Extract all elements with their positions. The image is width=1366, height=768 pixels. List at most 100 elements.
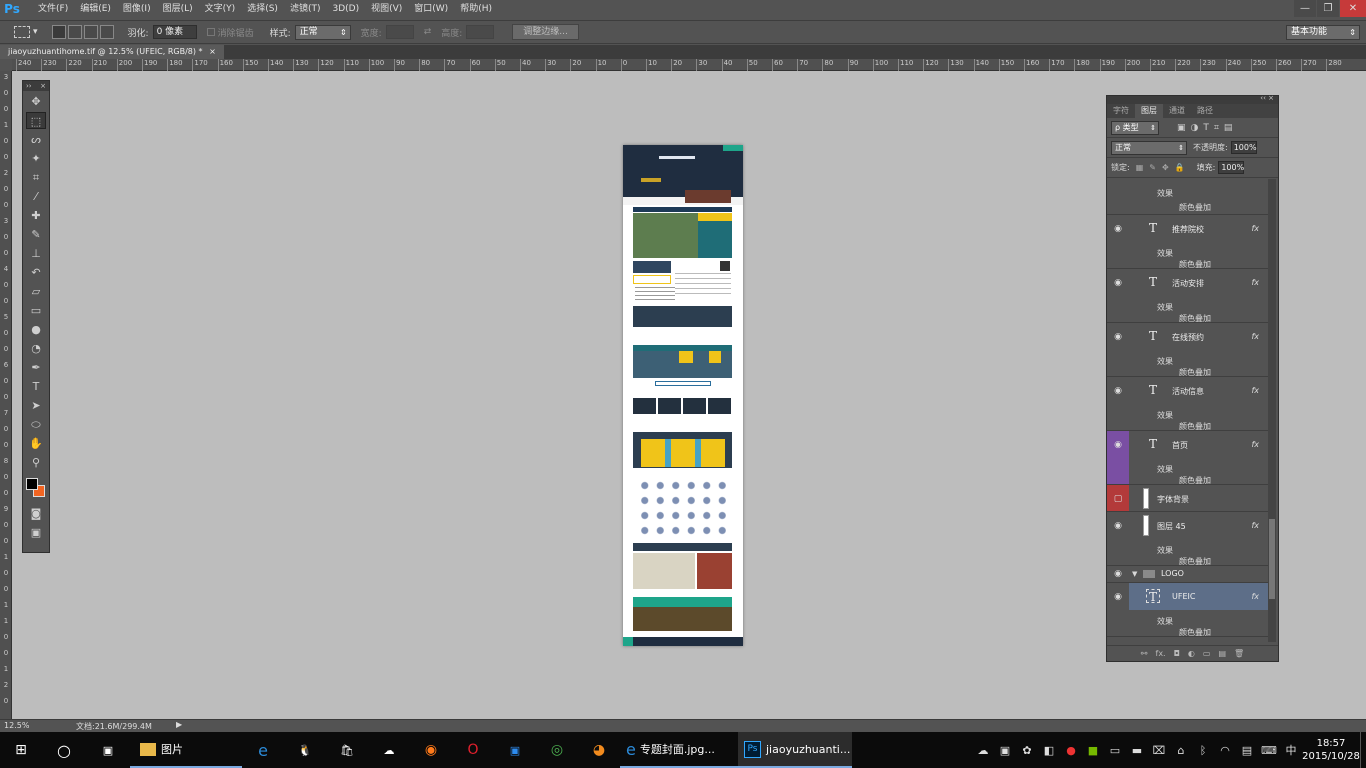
qq-icon[interactable]: 🐧 — [284, 732, 326, 768]
foreground-color-swatch[interactable] — [26, 478, 38, 490]
menu-file[interactable]: 文件(F) — [32, 0, 74, 19]
add-mask-icon[interactable]: ◘ — [1174, 649, 1180, 658]
delete-layer-icon[interactable]: 🗑 — [1234, 649, 1244, 658]
fx-icon[interactable]: fx — [1251, 592, 1259, 601]
fx-icon[interactable]: fx. — [1156, 649, 1166, 658]
feather-input[interactable]: 0 像素 — [152, 25, 197, 39]
layer-visibility-icon[interactable] — [1107, 179, 1129, 214]
tray-app-icon[interactable]: ▣ — [994, 744, 1016, 757]
adjustment-layer-icon[interactable]: ◐ — [1188, 649, 1195, 658]
close-icon[interactable]: × — [40, 81, 46, 91]
group-expand-icon[interactable]: ▼ — [1132, 570, 1137, 578]
intersect-selection-icon[interactable] — [99, 25, 114, 39]
height-input[interactable] — [466, 25, 495, 39]
menu-image[interactable]: 图像(I) — [117, 0, 157, 19]
layer-row[interactable]: ◉ T UFEIC fx 效果 颜色叠加 — [1107, 583, 1269, 637]
color-swatches[interactable] — [23, 475, 49, 503]
layer-row[interactable]: ◉ T 首页 fx 效果 颜色叠加 — [1107, 431, 1269, 485]
filter-icons[interactable]: ▣◑T⌗▤ — [1177, 123, 1237, 133]
tab-character[interactable]: 字符 — [1107, 104, 1135, 118]
notifications-icon[interactable]: ▤ — [1236, 744, 1258, 757]
clock[interactable]: 18:57 2015/10/28 — [1302, 737, 1360, 763]
fx-icon[interactable]: fx — [1251, 224, 1259, 233]
menu-select[interactable]: 选择(S) — [241, 0, 284, 19]
ellipse-tool[interactable]: ⬭ — [26, 416, 46, 433]
quick-mask-icon[interactable]: ◙ — [26, 505, 46, 522]
tray-app3-icon[interactable]: ◧ — [1038, 744, 1060, 757]
blur-tool[interactable]: ● — [26, 321, 46, 338]
opacity-input[interactable]: 100% — [1230, 141, 1257, 154]
minimize-button[interactable]: — — [1294, 0, 1316, 17]
opera-icon[interactable]: O — [452, 732, 494, 768]
task-view-icon[interactable]: ▣ — [86, 732, 130, 768]
magic-wand-tool[interactable]: ✦ — [26, 150, 46, 167]
layer-visibility-icon[interactable]: ◉ — [1107, 566, 1129, 582]
layer-filter-dropdown[interactable]: ρ 类型 — [1111, 120, 1159, 135]
tools-panel-header[interactable]: ›› × — [23, 81, 49, 91]
pen-tool[interactable]: ✒ — [26, 359, 46, 376]
close-button[interactable]: ✕ — [1340, 0, 1366, 17]
layer-visibility-icon[interactable]: ◉ — [1107, 512, 1129, 565]
style-dropdown[interactable]: 正常 — [294, 24, 351, 40]
tray-app6-icon[interactable]: ▬ — [1126, 744, 1148, 757]
nvidia-icon[interactable]: ■ — [1082, 744, 1104, 757]
tray-app2-icon[interactable]: ✿ — [1016, 744, 1038, 757]
taskbar-photos[interactable]: 图片 — [130, 732, 242, 768]
gradient-tool[interactable]: ▭ — [26, 302, 46, 319]
show-desktop-button[interactable] — [1360, 732, 1366, 768]
fx-icon[interactable]: fx — [1251, 278, 1259, 287]
swap-icon[interactable]: ⇄ — [424, 27, 432, 37]
fx-icon[interactable]: fx — [1251, 440, 1259, 449]
store-icon[interactable]: 🛍 — [326, 732, 368, 768]
healing-brush-tool[interactable]: ✚ — [26, 207, 46, 224]
firefox-icon[interactable]: ◉ — [410, 732, 452, 768]
hand-tool[interactable]: ✋ — [26, 435, 46, 452]
brush-tool[interactable]: ✎ — [26, 226, 46, 243]
taskbar-ie-window[interactable]: e 专题封面.jpg... — [620, 732, 738, 768]
layers-scrollbar[interactable] — [1268, 179, 1276, 642]
taskbar-ps-window[interactable]: Ps jiaoyuzhuanti... — [738, 732, 852, 768]
layer-row[interactable]: ◉ T 活动信息 fx 效果 颜色叠加 — [1107, 377, 1269, 431]
screen-mode-icon[interactable]: ▣ — [26, 524, 46, 541]
type-tool[interactable]: T — [26, 378, 46, 395]
fx-icon[interactable]: fx — [1251, 386, 1259, 395]
eyedropper-tool[interactable]: ⁄ — [26, 188, 46, 205]
tray-app4-icon[interactable]: ● — [1060, 744, 1082, 757]
new-layer-icon[interactable]: ▤ — [1218, 649, 1226, 658]
tab-paths[interactable]: 路径 — [1191, 104, 1219, 118]
refine-edge-button[interactable]: 调整边缘... — [512, 24, 579, 40]
zoom-level[interactable]: 12.5% — [4, 721, 29, 730]
fill-input[interactable]: 100% — [1218, 161, 1245, 174]
fx-icon[interactable]: fx — [1251, 332, 1259, 341]
ime-indicator[interactable]: 中 — [1280, 742, 1302, 758]
workspace-dropdown[interactable]: 基本功能 — [1286, 25, 1360, 40]
panel-topbar[interactable]: ‹‹ × — [1107, 94, 1278, 104]
blend-mode-dropdown[interactable]: 正常 — [1111, 140, 1187, 155]
move-tool[interactable]: ✥ — [26, 93, 46, 110]
start-button[interactable]: ⊞ — [0, 732, 42, 768]
layer-visibility-icon[interactable]: ▢ — [1107, 485, 1129, 511]
layer-visibility-icon[interactable]: ◉ — [1107, 377, 1129, 430]
width-input[interactable] — [385, 25, 414, 39]
tray-app8-icon[interactable]: ⌂ — [1170, 744, 1192, 757]
layer-visibility-icon[interactable]: ◉ — [1107, 215, 1129, 268]
menu-window[interactable]: 窗口(W) — [408, 0, 454, 19]
layer-row-partial[interactable]: 效果 颜色叠加 — [1107, 179, 1269, 215]
dodge-tool[interactable]: ◔ — [26, 340, 46, 357]
menu-3d[interactable]: 3D(D) — [326, 0, 365, 19]
menu-view[interactable]: 视图(V) — [365, 0, 408, 19]
scroll-thumb[interactable] — [1269, 519, 1275, 599]
link-layers-icon[interactable]: ⚯ — [1141, 649, 1148, 658]
layer-row[interactable]: ▢ 字体背景 — [1107, 485, 1269, 512]
edge-icon[interactable]: e — [242, 732, 284, 768]
layer-visibility-icon[interactable]: ◉ — [1107, 323, 1129, 376]
tray-app5-icon[interactable]: ▭ — [1104, 744, 1126, 757]
lasso-tool[interactable]: ᔕ — [26, 131, 46, 148]
path-selection-tool[interactable]: ➤ — [26, 397, 46, 414]
subtract-selection-icon[interactable] — [83, 25, 98, 39]
chrome-icon[interactable]: ◎ — [536, 732, 578, 768]
tray-app7-icon[interactable]: ⌧ — [1148, 744, 1170, 757]
layer-visibility-icon[interactable]: ◉ — [1107, 583, 1129, 636]
app-icon[interactable]: ☁ — [368, 732, 410, 768]
fx-icon[interactable]: fx — [1251, 521, 1259, 530]
